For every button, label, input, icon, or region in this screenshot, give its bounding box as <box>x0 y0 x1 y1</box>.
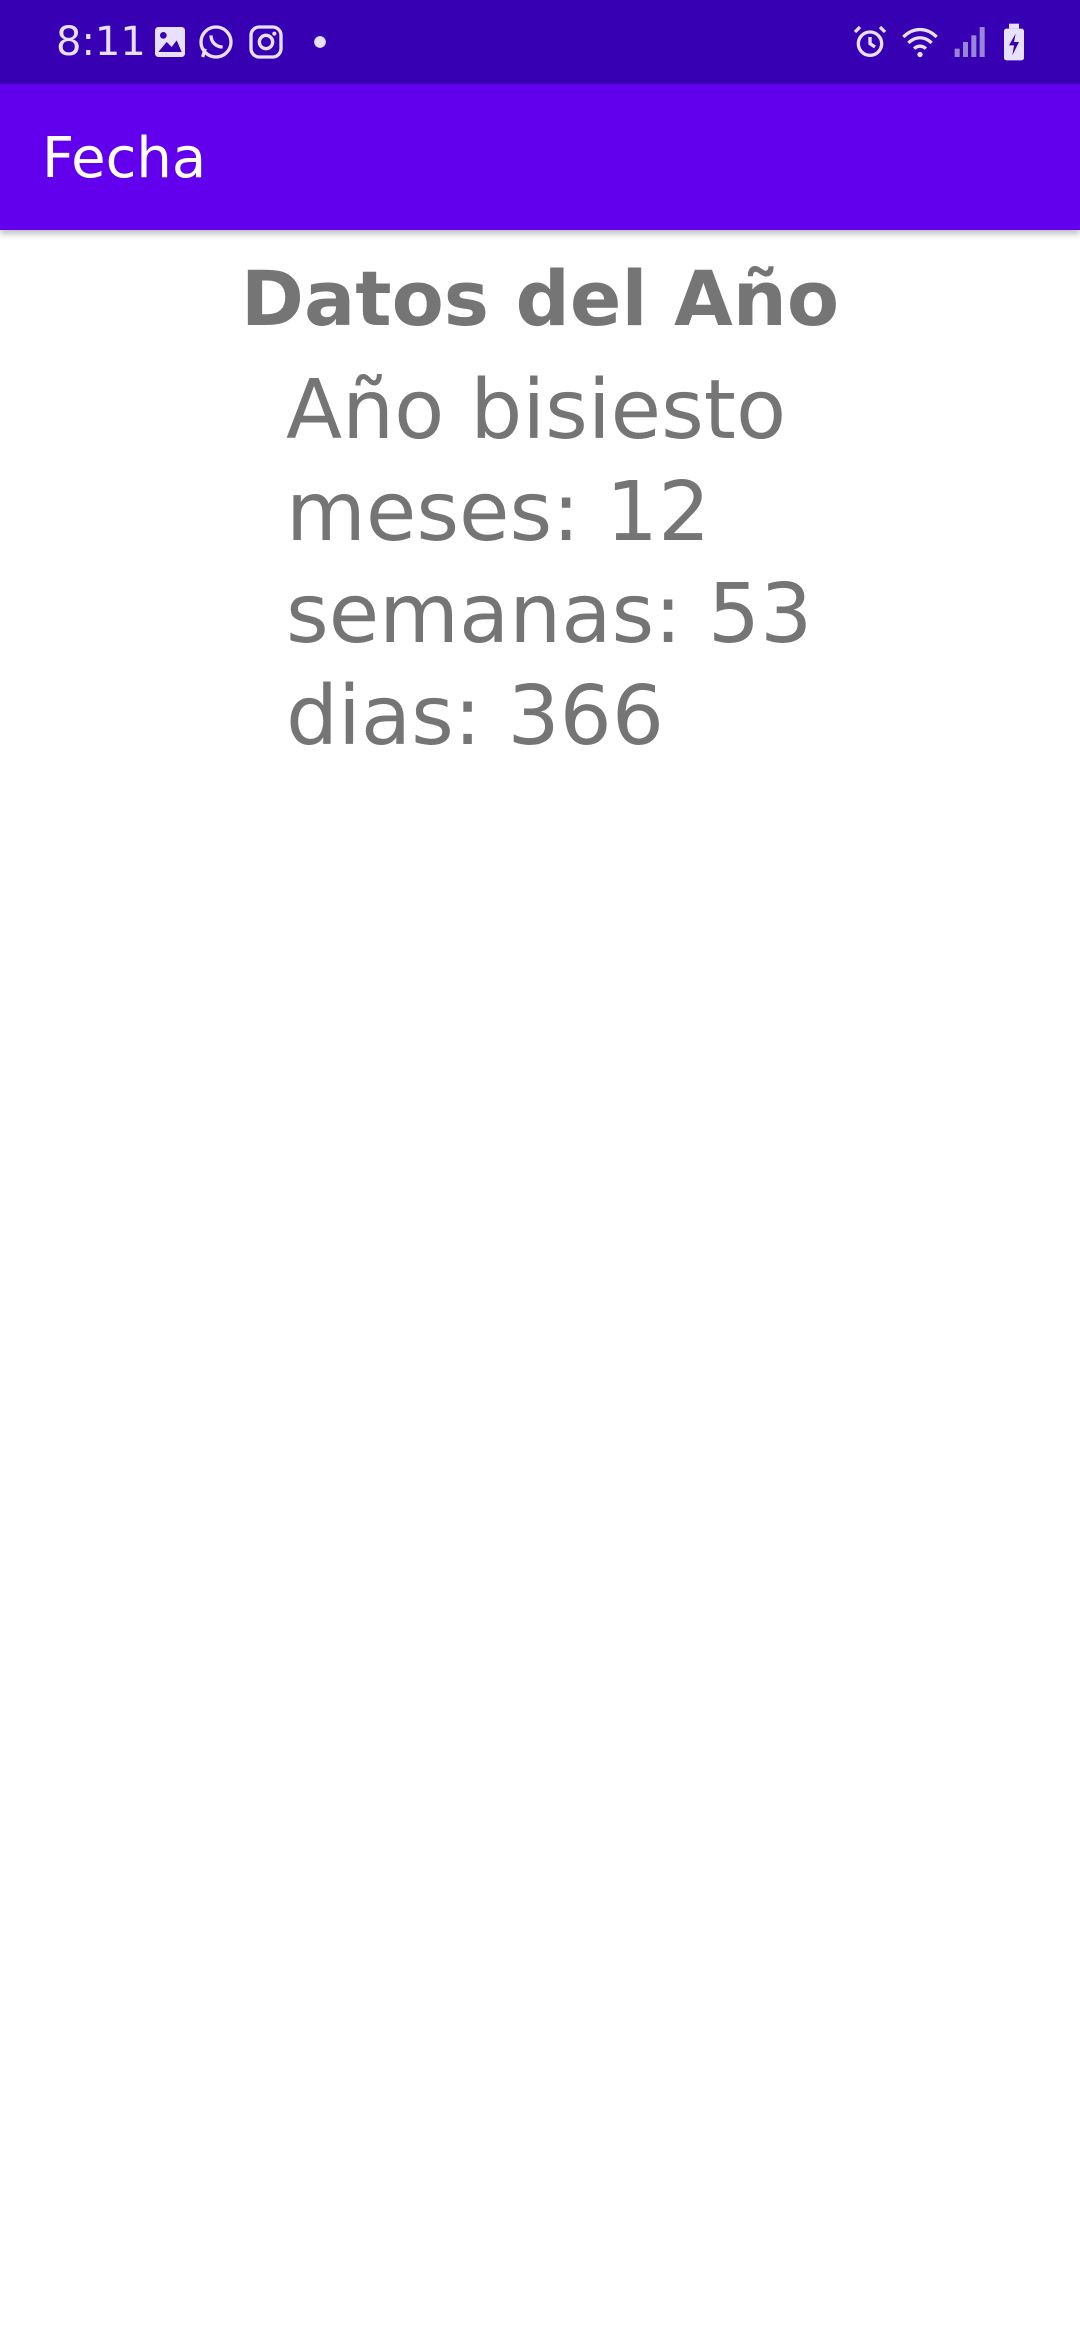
main-content: Datos del Año Año bisiesto meses: 12 sem… <box>0 230 1080 2340</box>
weeks-text: semanas: 53 <box>286 567 813 662</box>
wifi-icon <box>900 22 940 62</box>
alarm-icon <box>850 22 890 62</box>
page-heading: Datos del Año <box>240 254 840 343</box>
app-bar: Fecha <box>0 84 1080 230</box>
year-info: Año bisiesto meses: 12 semanas: 53 dias:… <box>286 360 812 768</box>
battery-charging-icon <box>994 22 1034 62</box>
gallery-icon <box>150 22 190 62</box>
signal-icon <box>948 22 988 62</box>
status-bar: 8:11 <box>0 0 1080 84</box>
instagram-icon <box>246 22 286 62</box>
days-text: dias: 366 <box>286 669 665 764</box>
whatsapp-icon <box>196 22 236 62</box>
dot-icon <box>300 22 340 62</box>
months-text: meses: 12 <box>286 465 711 560</box>
app-title: Fecha <box>42 126 207 191</box>
status-time: 8:11 <box>56 19 146 65</box>
year-type-text: Año bisiesto <box>286 363 787 458</box>
